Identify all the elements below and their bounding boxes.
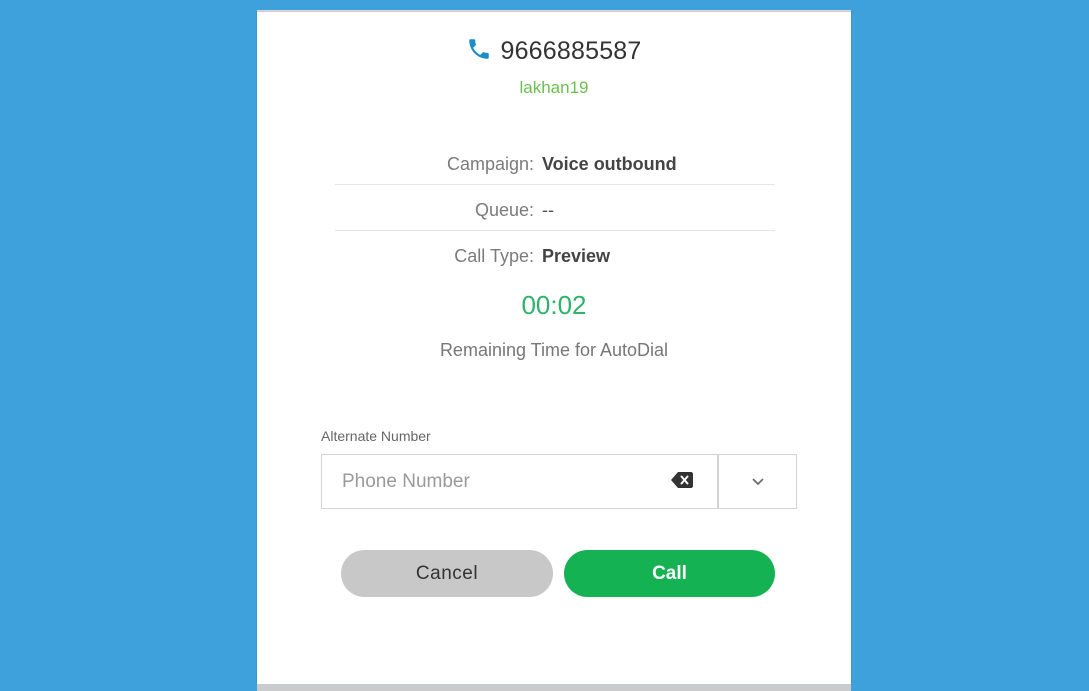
cancel-button[interactable]: Cancel [341, 550, 553, 597]
phone-icon [466, 36, 492, 62]
alternate-number-field [321, 454, 718, 509]
phone-number-input[interactable] [322, 455, 662, 508]
campaign-value: Voice outbound [542, 153, 677, 174]
divider [335, 230, 775, 231]
queue-label: Queue: [474, 199, 534, 220]
contact-username: lakhan19 [519, 78, 589, 97]
call-type-label: Call Type: [454, 245, 534, 266]
call-button[interactable]: Call [564, 550, 775, 597]
campaign-row: Campaign: Voice outbound [335, 142, 775, 186]
campaign-label: Campaign: [446, 153, 534, 174]
queue-row: Queue: -- [335, 188, 775, 232]
contact-phone-number: 9666885587 [500, 37, 642, 65]
call-type-row: Call Type: Preview [335, 234, 775, 278]
autodial-timer-label: Remaining Time for AutoDial [439, 340, 669, 360]
autodial-timer: 00:02 [521, 290, 587, 320]
chevron-down-icon [752, 473, 764, 491]
call-type-value: Preview [542, 245, 611, 266]
country-code-dropdown[interactable] [718, 454, 797, 509]
backspace-icon[interactable] [671, 472, 693, 488]
preview-call-dialog: 9666885587 lakhan19 Campaign: Voice outb… [257, 12, 851, 684]
queue-value: -- [542, 199, 554, 220]
panel-bottom-edge [257, 684, 851, 691]
alternate-number-label: Alternate Number [321, 428, 431, 444]
divider [335, 184, 775, 185]
contact-phone-row: 9666885587 [257, 36, 851, 66]
